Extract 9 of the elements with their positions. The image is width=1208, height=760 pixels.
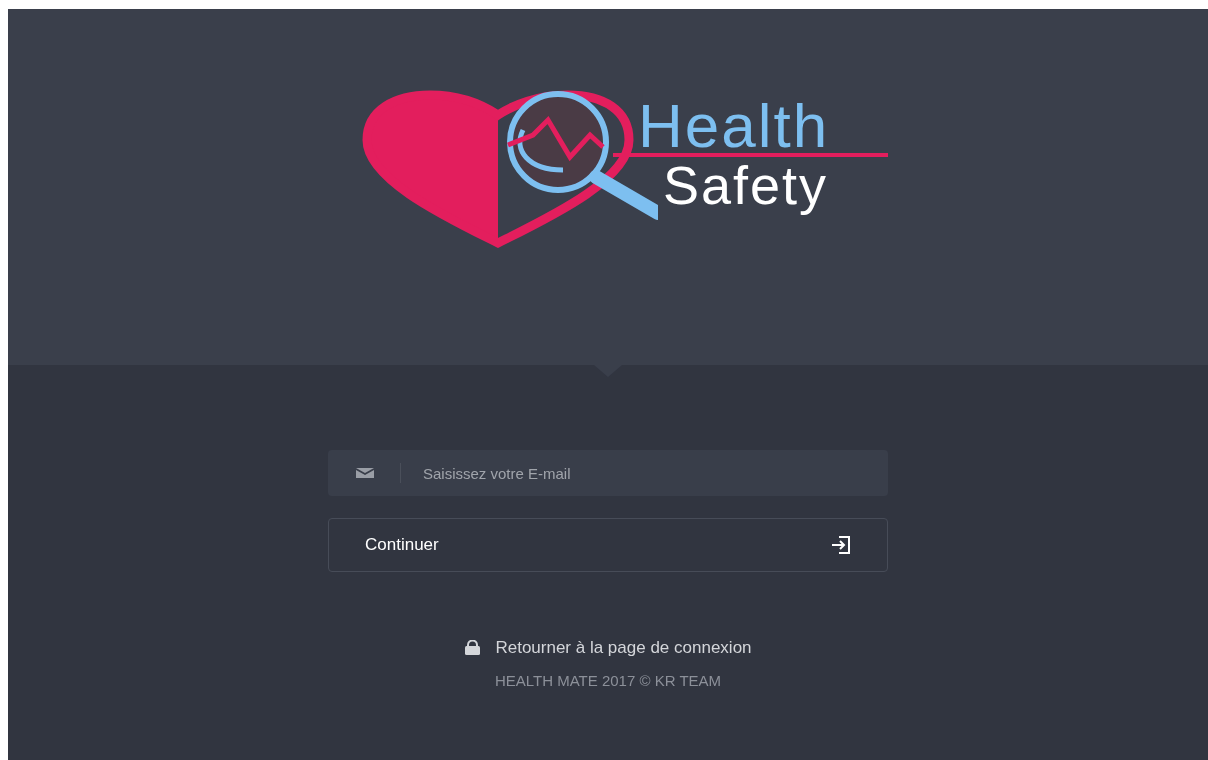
envelope-icon: [356, 468, 374, 478]
back-to-login-link[interactable]: Retourner à la page de connexion: [464, 635, 752, 661]
logo-title: Health: [637, 99, 830, 153]
footer-text: HEALTH MATE 2017 © KR TEAM: [494, 670, 722, 691]
sign-in-icon: [831, 536, 851, 554]
logo-subtitle: Safety: [662, 157, 829, 213]
continue-button[interactable]: Continuer: [328, 518, 888, 572]
lock-icon: [464, 640, 482, 656]
email-field[interactable]: Saisissez votre E-mail: [328, 450, 888, 496]
